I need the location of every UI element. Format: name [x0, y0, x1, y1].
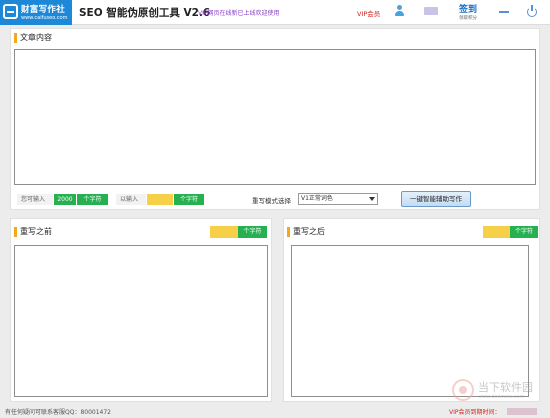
- rewrite-mode-label: 重写模式选择: [252, 197, 291, 205]
- app-title: SEO 智能伪原创工具 V2.6: [79, 7, 211, 19]
- already-input-label: 以输入: [116, 194, 146, 205]
- vip-expiry-redacted: [507, 408, 537, 415]
- logo-site: www.caifuseo.com: [21, 15, 68, 21]
- minimize-icon[interactable]: [497, 4, 511, 18]
- checkin-label: 签到: [458, 5, 477, 15]
- watermark-url: www.downxia.com: [478, 394, 525, 400]
- before-counter-value: [210, 226, 238, 238]
- smart-assist-button[interactable]: 一键智能辅助写作: [401, 191, 471, 207]
- after-rewrite-title: 重写之后: [284, 223, 325, 241]
- username-redacted: [424, 7, 438, 15]
- after-rewrite-text[interactable]: [291, 245, 529, 397]
- can-input-label: 您可输入: [17, 194, 53, 205]
- after-counter-unit: 个字符: [510, 226, 538, 238]
- rewrite-mode-value: V1正常词色: [301, 195, 333, 202]
- before-rewrite-title: 重写之前: [11, 223, 52, 241]
- watermark: 当下软件园 www.downxia.com: [452, 376, 542, 406]
- rewrite-mode-select[interactable]: V1正常词色: [298, 193, 378, 205]
- before-counter-unit: 个字符: [238, 226, 267, 238]
- power-icon[interactable]: [525, 4, 539, 18]
- title-bar: 财富写作社 www.caifuseo.com SEO 智能伪原创工具 V2.6 …: [0, 0, 550, 25]
- app-logo: 财富写作社 www.caifuseo.com: [0, 0, 72, 25]
- vip-member-link[interactable]: VIP会员: [357, 8, 380, 18]
- article-content-input[interactable]: [14, 49, 536, 185]
- before-rewrite-text[interactable]: [14, 245, 268, 397]
- already-input-unit: 个字符: [174, 194, 204, 205]
- watermark-text: 当下软件园: [478, 381, 533, 394]
- article-content-title: 文章内容: [11, 29, 52, 47]
- logo-icon: [3, 4, 18, 19]
- watermark-logo-icon: [452, 379, 474, 401]
- already-input-value: [147, 194, 173, 205]
- checkin-button[interactable]: 签到 领取积分: [455, 2, 481, 21]
- support-contact: 有任何疑问可联系客服QQ：80001472: [5, 409, 111, 416]
- vip-expiry-label: VIP会员到期时间：: [449, 409, 501, 416]
- checkin-sub: 领取积分: [459, 16, 477, 21]
- can-input-value: 2000: [54, 194, 76, 205]
- after-counter-value: [483, 226, 510, 238]
- article-content-panel: 文章内容 您可输入 2000 个字符 以输入 个字符 重写模式选择 V1正常词色…: [10, 28, 540, 210]
- user-icon[interactable]: [394, 5, 405, 16]
- can-input-unit: 个字符: [77, 194, 108, 205]
- dropdown-arrow-icon: [369, 197, 375, 201]
- before-rewrite-panel: 重写之前 个字符: [10, 218, 272, 402]
- status-bar: 有任何疑问可联系客服QQ：80001472 VIP会员到期时间：: [0, 404, 550, 418]
- notice-link[interactable]: VIP网页在线新已上线欢迎使用: [198, 8, 280, 17]
- after-rewrite-panel: 重写之后 个字符: [283, 218, 540, 402]
- logo-name: 财富写作社: [21, 5, 66, 15]
